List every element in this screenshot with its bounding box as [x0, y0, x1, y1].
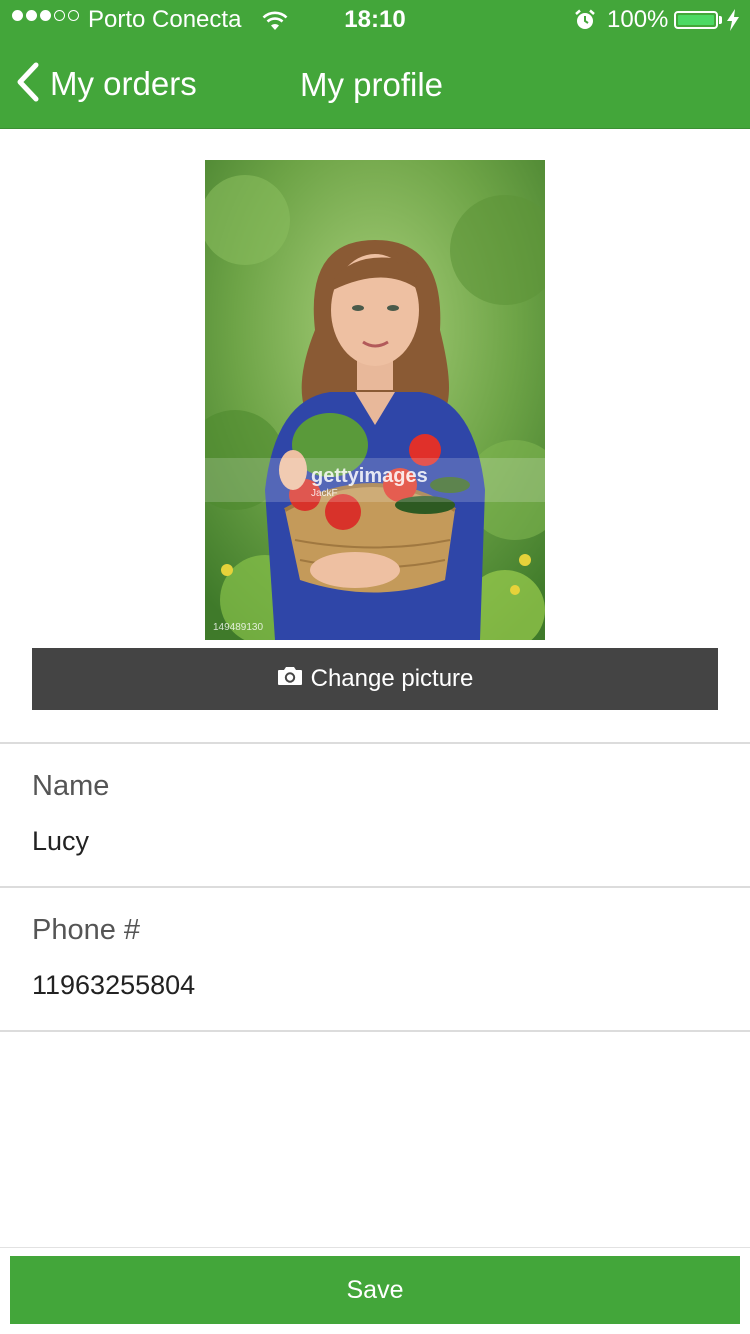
divider	[0, 886, 750, 888]
footer-divider	[0, 1247, 750, 1248]
change-picture-button[interactable]: Change picture	[32, 648, 718, 710]
navigation-bar: My orders My profile	[0, 40, 750, 128]
photo-credit: JackF	[311, 488, 338, 499]
battery-icon	[674, 11, 718, 29]
name-label: Name	[32, 770, 110, 802]
divider	[0, 1030, 750, 1032]
name-field[interactable]: Lucy	[32, 826, 712, 857]
status-bar: Porto Conecta 18:10 100%	[0, 0, 750, 40]
page-title: My profile	[300, 66, 444, 103]
profile-picture: gettyimages JackF 149489130	[205, 160, 545, 640]
charging-bolt-icon	[726, 9, 740, 38]
change-picture-label: Change picture	[310, 665, 474, 692]
back-chevron-icon	[14, 62, 40, 107]
phone-field[interactable]: 11963255804	[32, 970, 712, 1001]
camera-icon	[277, 665, 303, 693]
header: Porto Conecta 18:10 100% My orders My pr…	[0, 0, 750, 129]
back-button[interactable]: My orders	[14, 60, 197, 108]
back-button-label: My orders	[50, 65, 197, 102]
battery-percentage: 100%	[607, 6, 669, 33]
phone-label: Phone #	[32, 914, 141, 946]
battery-tip	[719, 16, 722, 24]
divider	[0, 742, 750, 744]
save-button[interactable]: Save	[10, 1256, 740, 1324]
alarm-icon	[574, 9, 596, 38]
photo-watermark: gettyimages	[311, 465, 428, 487]
photo-id: 149489130	[213, 622, 263, 633]
